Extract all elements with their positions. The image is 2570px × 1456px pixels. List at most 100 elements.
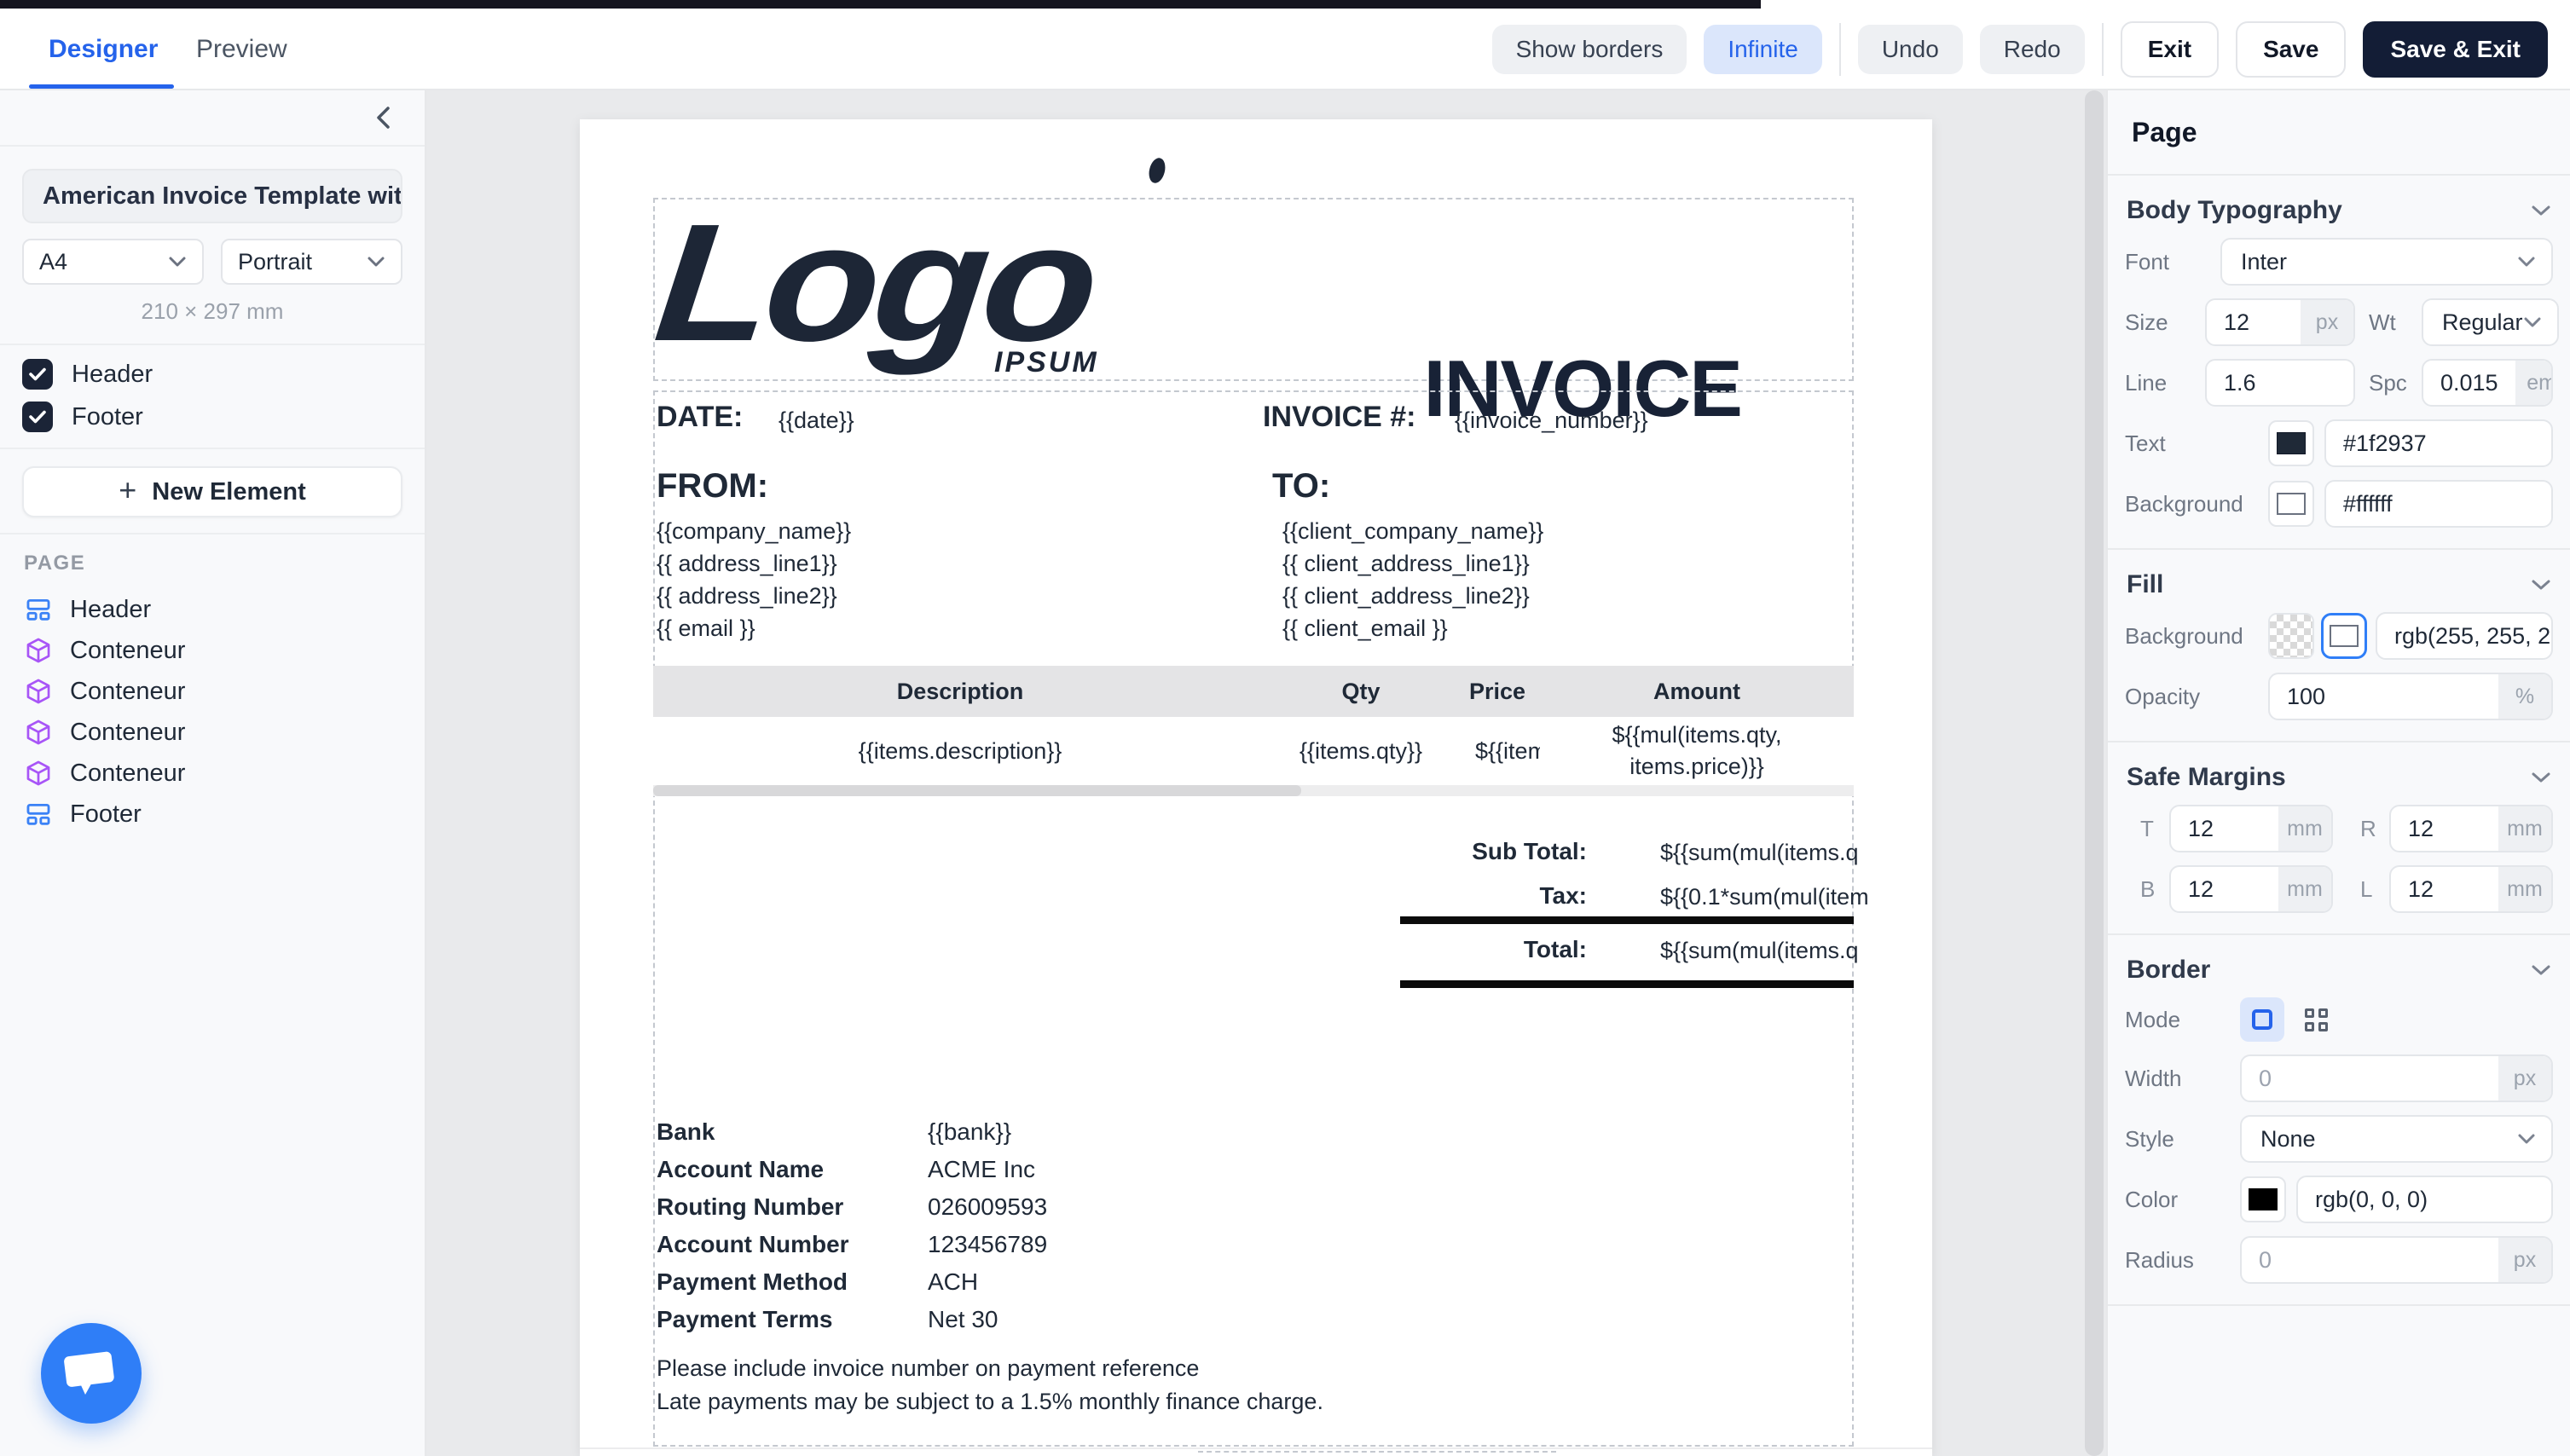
safe-margins-header[interactable]: Safe Margins xyxy=(2127,763,2551,792)
border-radius-value: 0 xyxy=(2242,1238,2498,1282)
template-name-input[interactable]: American Invoice Template with xyxy=(22,169,402,223)
page-size-select[interactable]: A4 xyxy=(22,239,204,285)
chevron-down-icon xyxy=(2531,771,2551,783)
tab-preview[interactable]: Preview xyxy=(196,9,287,90)
logo-dot xyxy=(1147,156,1168,184)
save-button[interactable]: Save xyxy=(2236,21,2346,78)
bank-row-value: ACH xyxy=(928,1268,978,1296)
fill-color-input[interactable]: rgb(255, 255, 255) xyxy=(2376,612,2553,660)
layer-item-container[interactable]: Conteneur xyxy=(0,753,425,794)
undo-button[interactable]: Undo xyxy=(1858,25,1963,74)
payment-note: Please include invoice number on payment… xyxy=(657,1355,1199,1382)
from-line: {{ email }} xyxy=(657,615,755,642)
collapse-sidebar-button[interactable] xyxy=(368,102,399,133)
background-color-hex: #ffffff xyxy=(2326,482,2551,526)
margin-left-label: L xyxy=(2360,876,2389,903)
checkbox-checked-icon[interactable] xyxy=(22,359,53,390)
orientation-select[interactable]: Portrait xyxy=(221,239,402,285)
font-select[interactable]: Inter xyxy=(2220,238,2553,286)
redo-button[interactable]: Redo xyxy=(1980,25,2085,74)
save-and-exit-button[interactable]: Save & Exit xyxy=(2363,21,2548,78)
layer-item-container[interactable]: Conteneur xyxy=(0,671,425,712)
items-table-row[interactable]: {{items.description}} {{items.qty}} ${{i… xyxy=(653,717,1854,785)
layer-item-container[interactable]: Conteneur xyxy=(0,630,425,671)
header-toggle-label: Header xyxy=(72,361,153,389)
layer-label: Conteneur xyxy=(70,719,185,747)
logo: Logo xyxy=(649,196,1102,370)
items-table-header[interactable]: Description Qty Price Amount xyxy=(653,666,1854,717)
border-color-swatch[interactable] xyxy=(2240,1176,2286,1222)
letter-spacing-value: 0.015 xyxy=(2423,361,2515,405)
border-color-input[interactable]: rgb(0, 0, 0) xyxy=(2296,1176,2553,1223)
tab-designer[interactable]: Designer xyxy=(49,9,158,90)
layer-item-container[interactable]: Conteneur xyxy=(0,712,425,753)
from-label: FROM: xyxy=(657,467,768,506)
text-color-swatch[interactable] xyxy=(2268,420,2314,466)
layer-list: Header Conteneur Conteneur Conteneur Con… xyxy=(0,589,425,835)
box-icon xyxy=(24,718,53,747)
canvas-vertical-scrollbar[interactable] xyxy=(2085,90,2104,1456)
text-color-label: Text xyxy=(2125,430,2268,457)
bank-row-value: {{bank}} xyxy=(928,1118,1011,1146)
cell-amount: ${{mul(items.qty, items.price)}} xyxy=(1540,719,1854,783)
margin-right-input[interactable]: 12 mm xyxy=(2389,805,2553,852)
border-radius-unit: px xyxy=(2498,1238,2551,1282)
margin-top-input[interactable]: 12 mm xyxy=(2169,805,2333,852)
background-color-input[interactable]: #ffffff xyxy=(2324,480,2553,528)
bank-row-value: ACME Inc xyxy=(928,1156,1035,1183)
fill-header[interactable]: Fill xyxy=(2127,570,2551,599)
checkbox-checked-icon[interactable] xyxy=(22,402,53,432)
section-heading: Body Typography xyxy=(2127,196,2342,225)
margin-bottom-input[interactable]: 12 mm xyxy=(2169,865,2333,913)
layer-label: Conteneur xyxy=(70,678,185,706)
new-element-button[interactable]: + New Element xyxy=(22,466,402,517)
background-color-swatch[interactable] xyxy=(2268,481,2314,527)
border-header[interactable]: Border xyxy=(2127,956,2551,985)
margin-left-input[interactable]: 12 mm xyxy=(2389,865,2553,913)
border-section: Border Mode Width 0 px Style None Color xyxy=(2108,935,2570,1306)
transparent-swatch[interactable] xyxy=(2268,613,2314,659)
layer-item-footer[interactable]: Footer xyxy=(0,794,425,835)
border-mode-per-side-button[interactable] xyxy=(2305,1008,2328,1031)
layer-label: Conteneur xyxy=(70,760,185,788)
fill-color-swatch[interactable] xyxy=(2321,613,2367,659)
window-top-strip xyxy=(0,0,1761,9)
margin-left-unit: mm xyxy=(2498,867,2551,911)
margin-bottom-unit: mm xyxy=(2278,867,2331,911)
design-canvas[interactable]: Logo IPSUM INVOICE DATE: {{date}} INVOIC… xyxy=(426,90,2106,1456)
border-style-select[interactable]: None xyxy=(2240,1115,2553,1163)
font-size-input[interactable]: 12 px xyxy=(2205,298,2355,346)
body-typography-header[interactable]: Body Typography xyxy=(2127,196,2551,225)
header-toggle[interactable]: Header xyxy=(22,357,425,391)
text-color-hex: #1f2937 xyxy=(2326,421,2551,465)
table-horizontal-scrollbar[interactable] xyxy=(653,785,1854,796)
chevron-down-icon xyxy=(2531,964,2551,976)
layer-item-header[interactable]: Header xyxy=(0,589,425,630)
line-height-input[interactable]: 1.6 xyxy=(2205,359,2355,407)
font-weight-select[interactable]: Regular xyxy=(2422,298,2559,346)
chevron-left-icon xyxy=(374,105,393,130)
footer-boundary-line xyxy=(580,1447,1932,1449)
new-element-label: New Element xyxy=(152,478,306,506)
letter-spacing-input[interactable]: 0.015 em xyxy=(2422,359,2553,407)
opacity-unit: % xyxy=(2498,674,2551,719)
border-width-input[interactable]: 0 px xyxy=(2240,1054,2553,1102)
infinite-button[interactable]: Infinite xyxy=(1704,25,1822,74)
margin-right-value: 12 xyxy=(2391,806,2498,851)
show-borders-button[interactable]: Show borders xyxy=(1492,25,1687,74)
chat-widget-button[interactable] xyxy=(41,1323,142,1424)
border-mode-uniform-button[interactable] xyxy=(2240,997,2284,1042)
scrollbar-thumb[interactable] xyxy=(653,785,1301,796)
chat-bubble-icon xyxy=(61,1345,122,1401)
exit-button[interactable]: Exit xyxy=(2121,21,2219,78)
border-radius-input[interactable]: 0 px xyxy=(2240,1236,2553,1284)
invoice-header-element[interactable]: Logo IPSUM INVOICE xyxy=(653,198,1854,381)
footer-toggle[interactable]: Footer xyxy=(22,400,425,434)
text-color-input[interactable]: #1f2937 xyxy=(2324,419,2553,467)
orientation-value: Portrait xyxy=(238,249,312,275)
weight-label: Wt xyxy=(2369,309,2422,336)
margin-left-value: 12 xyxy=(2391,867,2498,911)
document-page[interactable]: Logo IPSUM INVOICE DATE: {{date}} INVOIC… xyxy=(580,119,1932,1456)
opacity-input[interactable]: 100 % xyxy=(2268,673,2553,720)
box-icon xyxy=(24,677,53,706)
